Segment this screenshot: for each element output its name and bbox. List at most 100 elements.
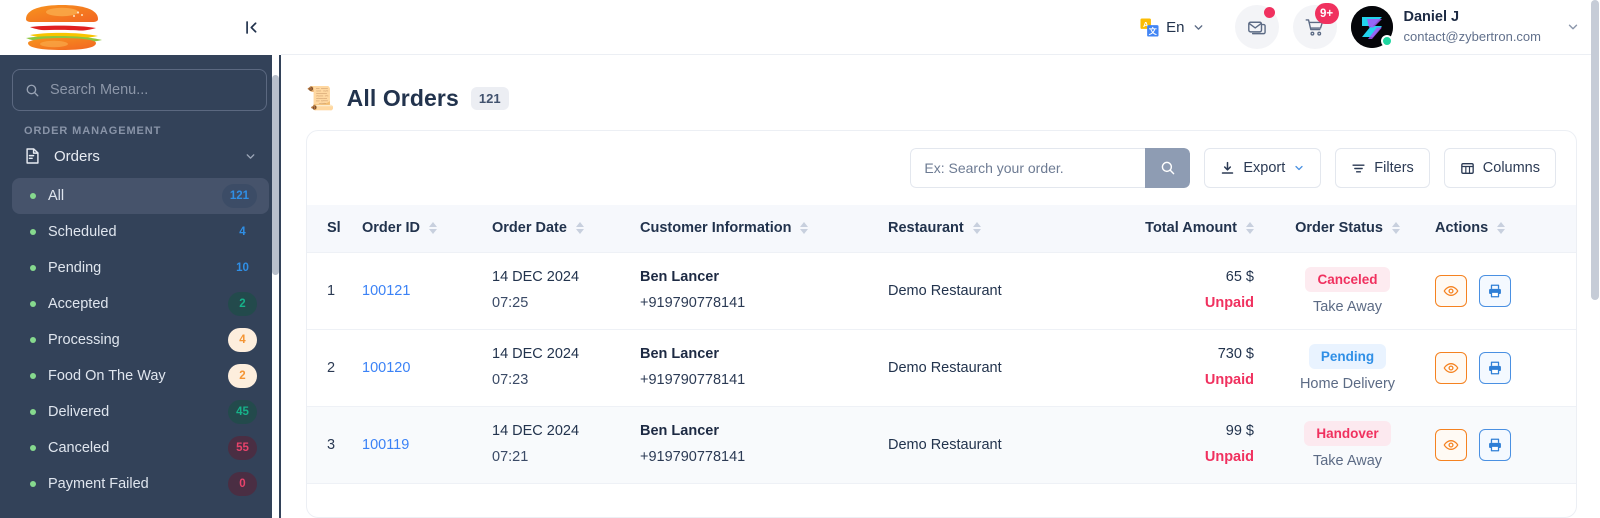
column-header-order-id[interactable]: Order ID	[362, 205, 492, 253]
search-menu-box[interactable]	[12, 69, 267, 111]
customer-phone: +919790778141	[640, 448, 746, 465]
sidebar-item-label: Payment Failed	[48, 476, 149, 492]
bullet-icon	[30, 193, 36, 199]
column-header-total-amount[interactable]: Total Amount	[1088, 205, 1260, 253]
column-header-order-date[interactable]: Order Date	[492, 205, 640, 253]
sidebar-logo-bar	[0, 0, 281, 55]
sidebar-item-count: 2	[228, 364, 257, 388]
table-row[interactable]: 3 100119 14 DEC 2024 07:21 Ben Lancer +919790…	[307, 406, 1576, 484]
filters-button[interactable]: Filters	[1335, 148, 1430, 188]
sidebar-item-canceled[interactable]: Canceled 55	[12, 430, 269, 466]
sort-icon[interactable]	[429, 222, 438, 235]
cell-restaurant: Demo Restaurant	[888, 329, 1088, 407]
collapse-left-icon[interactable]	[237, 15, 263, 41]
sort-icon[interactable]	[972, 222, 981, 235]
view-icon[interactable]	[1435, 428, 1467, 461]
sort-icon[interactable]	[575, 222, 584, 235]
cell-actions	[1435, 252, 1576, 330]
order-id-link[interactable]: 100120	[362, 360, 410, 376]
bullet-icon	[30, 229, 36, 235]
page-scrollbar-thumb[interactable]	[1591, 0, 1599, 300]
table-row[interactable]: 1 100121 14 DEC 2024 07:25 Ben Lancer +919790…	[307, 252, 1576, 330]
burger-logo[interactable]	[18, 4, 106, 52]
language-selector[interactable]: A 文 En	[1140, 17, 1204, 37]
sidebar-item-label: Delivered	[48, 404, 110, 420]
translate-icon: A 文	[1140, 17, 1159, 37]
cell-customer: Ben Lancer +919790778141	[640, 406, 888, 484]
bullet-icon	[30, 373, 36, 379]
sidebar-item-pending[interactable]: Pending 10	[12, 250, 269, 286]
sidebar-item-payment-failed[interactable]: Payment Failed 0	[12, 466, 269, 502]
order-id-link[interactable]: 100119	[362, 437, 409, 453]
cell-customer: Ben Lancer +919790778141	[640, 329, 888, 407]
table-toolbar: Export Filters	[307, 131, 1576, 205]
print-icon[interactable]	[1479, 274, 1511, 307]
sidebar-item-accepted[interactable]: Accepted 2	[12, 286, 269, 322]
sidebar-item-scheduled[interactable]: Scheduled 4	[12, 214, 269, 250]
print-icon[interactable]	[1479, 428, 1511, 461]
search-icon	[25, 83, 40, 98]
sidebar-item-all[interactable]: All 121	[12, 178, 269, 214]
cell-order-status: Canceled Take Away	[1260, 252, 1435, 330]
column-header-restaurant[interactable]: Restaurant	[888, 205, 1088, 253]
cell-order-date: 14 DEC 2024 07:23	[492, 329, 640, 407]
sort-icon[interactable]	[800, 222, 809, 235]
order-search-input[interactable]	[910, 148, 1146, 188]
sidebar-item-label: Scheduled	[48, 224, 117, 240]
cart-button[interactable]: 9+	[1292, 3, 1339, 49]
cell-order-status: Handover Take Away	[1260, 406, 1435, 484]
cell-order-id: 100121	[362, 252, 492, 330]
search-menu-input[interactable]	[50, 82, 254, 98]
order-search-field[interactable]	[910, 148, 1191, 188]
status-badge: Canceled	[1305, 266, 1390, 292]
order-id-link[interactable]: 100121	[362, 283, 410, 299]
sort-icon[interactable]	[1391, 222, 1400, 235]
order-search-button[interactable]	[1145, 148, 1191, 188]
orders-table: Sl Order ID Order Date Customer Information…	[307, 205, 1576, 484]
table-header-row: Sl Order ID Order Date Customer Information…	[307, 205, 1576, 253]
delivery-type: Take Away	[1312, 298, 1383, 315]
avatar[interactable]	[1350, 6, 1393, 48]
topbar: A 文 En 9+ Daniel J contact@zybertron.com	[281, 0, 1600, 55]
view-icon[interactable]	[1435, 351, 1467, 384]
online-status-dot	[1380, 35, 1393, 47]
user-menu[interactable]: Daniel J contact@zybertron.com	[1350, 6, 1580, 48]
column-header-label: Sl	[327, 220, 341, 237]
sidebar-item-count: 55	[228, 436, 257, 460]
sidebar-scrollbar-thumb[interactable]	[272, 75, 279, 275]
cell-sl: 1	[307, 252, 362, 330]
sidebar-item-label: All	[48, 188, 65, 204]
bullet-icon	[30, 481, 36, 487]
delivery-type: Home Delivery	[1299, 375, 1396, 392]
cell-order-date: 14 DEC 2024 07:25	[492, 252, 640, 330]
payment-status: Unpaid	[1204, 371, 1254, 388]
page-title-count: 121	[470, 86, 509, 110]
cell-total-amount: 99 $ Unpaid	[1088, 406, 1260, 484]
bullet-icon	[30, 265, 36, 271]
cell-order-id: 100119	[362, 406, 492, 484]
export-button[interactable]: Export	[1204, 148, 1322, 188]
view-icon[interactable]	[1435, 274, 1467, 307]
sidebar-item-delivered[interactable]: Delivered 45	[12, 394, 269, 430]
columns-button[interactable]: Columns	[1443, 148, 1556, 188]
column-header-label: Order Status	[1295, 220, 1383, 237]
orders-document-icon	[24, 147, 41, 165]
language-label: En	[1166, 18, 1185, 36]
sort-icon[interactable]	[1246, 222, 1254, 235]
print-icon[interactable]	[1479, 351, 1511, 384]
messages-button[interactable]	[1234, 5, 1279, 49]
table-row[interactable]: 2 100120 14 DEC 2024 07:23 Ben Lancer +919790…	[307, 329, 1576, 407]
order-amount: 65 $	[1225, 269, 1254, 286]
column-header-order-status[interactable]: Order Status	[1260, 205, 1435, 253]
sort-icon[interactable]	[1497, 222, 1506, 235]
table-head: Sl Order ID Order Date Customer Information…	[307, 205, 1576, 253]
sidebar-item-processing[interactable]: Processing 4	[12, 322, 269, 358]
order-date: 14 DEC 2024	[492, 423, 580, 440]
column-header-label: Actions	[1435, 220, 1489, 237]
sidebar-group-orders[interactable]: Orders	[12, 134, 269, 178]
column-header-customer-information[interactable]: Customer Information	[640, 205, 888, 253]
chevron-down-icon[interactable]	[1566, 20, 1580, 34]
column-header-actions[interactable]: Actions	[1435, 205, 1576, 253]
order-date: 14 DEC 2024	[492, 269, 580, 286]
sidebar-item-food-on-the-way[interactable]: Food On The Way 2	[12, 358, 269, 394]
